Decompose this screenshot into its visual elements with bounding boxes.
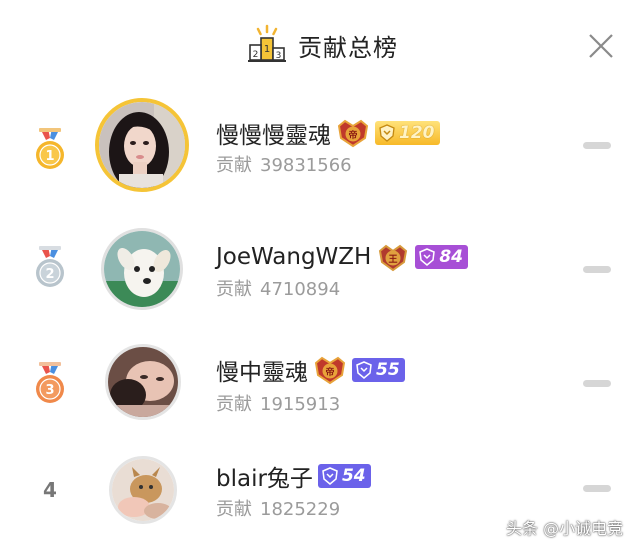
level-shield-icon	[419, 248, 436, 266]
level-value: 55	[376, 360, 400, 380]
contribution-text: 贡献 39831566	[216, 151, 352, 177]
contribution-value: 39831566	[260, 155, 352, 176]
contribution-value: 4710894	[260, 279, 341, 300]
contribution-text: 贡献 1915913	[216, 390, 340, 416]
avatar[interactable]	[109, 456, 177, 524]
svg-text:1: 1	[264, 44, 270, 55]
svg-text:2: 2	[45, 267, 54, 282]
svg-text:2: 2	[253, 50, 259, 60]
dash-indicator	[583, 485, 611, 492]
contribution-label: 贡献	[216, 155, 252, 176]
svg-text:3: 3	[276, 51, 282, 61]
king-crest-icon: 王	[379, 244, 408, 272]
name-line: JoeWangWZH 王 84	[216, 240, 469, 274]
avatar[interactable]	[105, 344, 181, 420]
level-shield-icon	[322, 467, 338, 485]
username[interactable]: JoeWangWZH	[216, 244, 371, 270]
gold-medal-icon: 1	[36, 128, 64, 169]
contribution-value: 1915913	[260, 394, 341, 415]
close-icon[interactable]	[586, 31, 616, 61]
level-badge: 84	[415, 245, 469, 269]
dash-indicator	[583, 380, 611, 387]
level-value: 54	[341, 466, 366, 486]
list-item[interactable]: 1 慢慢慢靈魂 帝 120 贡献 39831566	[0, 92, 640, 202]
name-line: blair兔子 54	[216, 459, 371, 493]
dash-indicator	[583, 142, 611, 149]
svg-text:帝: 帝	[348, 129, 357, 141]
contribution-label: 贡献	[216, 499, 252, 520]
level-badge: 55	[352, 358, 405, 382]
header: 1 2 3 贡献总榜	[0, 0, 640, 92]
username[interactable]: 慢慢慢靈魂	[216, 116, 331, 150]
svg-text:3: 3	[45, 383, 54, 398]
silver-medal-icon: 2	[36, 246, 64, 287]
emperor-crest-icon: 帝	[337, 119, 369, 148]
level-value: 84	[439, 247, 464, 267]
contribution-text: 贡献 4710894	[216, 275, 340, 301]
level-badge: 54	[317, 464, 371, 488]
svg-text:1: 1	[45, 149, 54, 164]
contribution-value: 1825229	[260, 499, 341, 520]
contribution-text: 贡献 1825229	[216, 495, 340, 521]
avatar[interactable]	[95, 98, 189, 192]
watermark: 头条 @小诚电竞	[506, 519, 624, 538]
emperor-crest-icon: 帝	[314, 356, 346, 385]
name-line: 慢慢慢靈魂 帝 120	[216, 116, 440, 150]
podium-icon: 1 2 3	[248, 24, 286, 62]
contribution-label: 贡献	[216, 279, 252, 300]
dash-indicator	[583, 266, 611, 273]
level-shield-icon	[379, 124, 395, 142]
avatar[interactable]	[101, 228, 183, 310]
list-item[interactable]: 3 慢中靈魂 帝 55 贡献 1915913	[0, 324, 640, 434]
level-value: 120	[399, 123, 435, 143]
level-shield-icon	[356, 361, 372, 379]
page-title: 贡献总榜	[298, 34, 398, 62]
level-badge: 120	[375, 121, 440, 145]
svg-text:王: 王	[389, 254, 398, 265]
name-line: 慢中靈魂 帝 55	[216, 353, 405, 387]
list-item[interactable]: 2 JoeWangWZH 王 84 贡献 4710894	[0, 208, 640, 318]
username[interactable]: blair兔子	[216, 459, 313, 493]
contribution-label: 贡献	[216, 394, 252, 415]
bronze-medal-icon: 3	[36, 362, 64, 403]
svg-text:帝: 帝	[325, 366, 334, 378]
username[interactable]: 慢中靈魂	[216, 353, 308, 387]
rank-number: 4	[43, 478, 57, 502]
